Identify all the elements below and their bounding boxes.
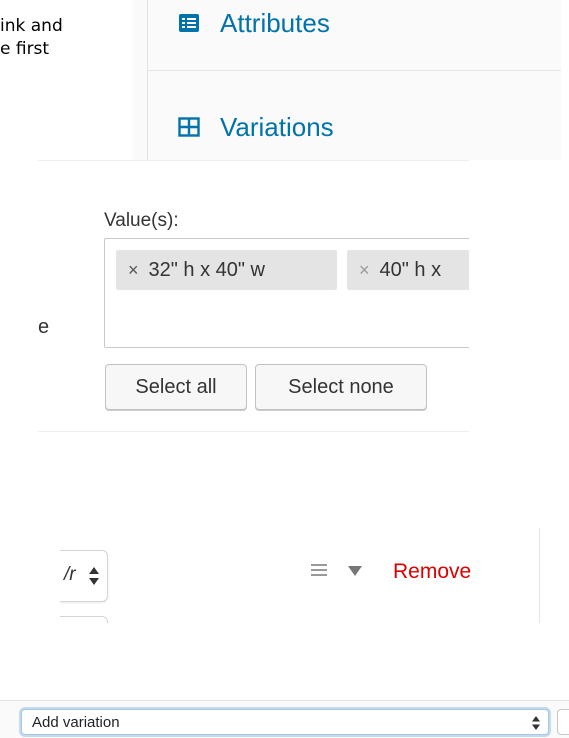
tab-attributes-label: Attributes: [220, 7, 330, 38]
document-text: ink and e first: [0, 15, 130, 61]
values-label: Value(s):: [104, 210, 179, 231]
select-arrows-icon: [89, 567, 99, 585]
row-border: [539, 528, 540, 623]
document-line: e first: [0, 39, 50, 59]
product-data-tabs: Attributes Variations: [133, 0, 561, 160]
variation-select-value: /r: [64, 564, 76, 585]
variation-attribute-select[interactable]: [60, 616, 108, 623]
tab-divider: [148, 70, 561, 71]
add-variation-select-value: Add variation: [32, 714, 120, 731]
document-line: ink and: [0, 16, 63, 36]
remove-variation-link[interactable]: Remove: [393, 560, 471, 584]
panel-divider: [38, 431, 469, 432]
attribute-row-label: ge: [38, 316, 50, 338]
chip-remove-icon[interactable]: ×: [359, 260, 370, 281]
tab-variations-label: Variations: [220, 111, 334, 142]
select-none-button[interactable]: Select none: [255, 364, 427, 410]
grid-icon: [178, 117, 200, 137]
variations-toolbar: Add variation: [0, 700, 569, 738]
tab-variations[interactable]: Variations: [148, 92, 561, 160]
chip-label: 32" h x 40" w: [148, 258, 265, 281]
select-all-button[interactable]: Select all: [105, 364, 247, 410]
tab-attributes[interactable]: Attributes: [148, 0, 561, 58]
toolbar-divider: [0, 700, 569, 701]
value-chip: × 32" h x 40" w: [116, 250, 337, 290]
toggle-arrow-icon[interactable]: [348, 565, 362, 577]
drag-handle-icon[interactable]: [311, 563, 327, 577]
attribute-values-panel: ge Value(s): × 32" h x 40" w × 40" h x S…: [38, 160, 469, 432]
values-multiselect[interactable]: × 32" h x 40" w × 40" h x: [104, 238, 469, 348]
variation-row-header: /r Remove: [60, 528, 548, 623]
panel-divider: [38, 160, 469, 161]
add-variation-select[interactable]: Add variation: [21, 709, 549, 735]
variation-attribute-select[interactable]: /r: [60, 550, 108, 602]
value-chip: × 40" h x: [347, 250, 469, 290]
chip-label: 40" h x: [379, 258, 442, 281]
go-button[interactable]: [557, 709, 569, 735]
select-arrows-icon: [532, 716, 540, 730]
chip-remove-icon[interactable]: ×: [128, 260, 139, 281]
list-icon: [179, 14, 199, 32]
